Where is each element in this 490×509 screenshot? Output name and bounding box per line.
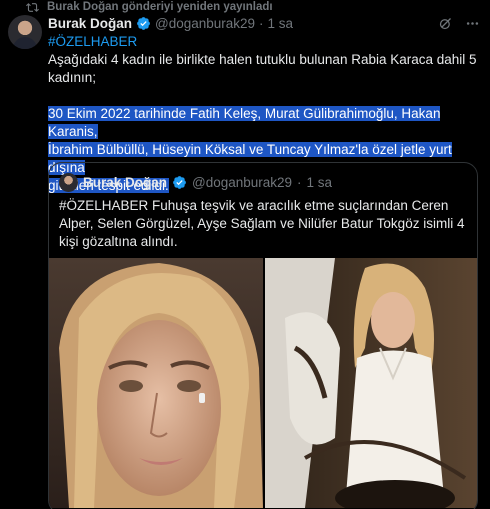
- quote-text: #ÖZELHABER Fuhuşa teşvik ve aracılık etm…: [59, 198, 465, 249]
- avatar[interactable]: [8, 15, 42, 49]
- more-icon[interactable]: [465, 16, 480, 31]
- quote-author-name: Burak Doğan: [83, 174, 168, 190]
- hashtag-link[interactable]: #ÖZELHABER: [48, 33, 478, 51]
- timestamp[interactable]: 1 sa: [268, 16, 294, 31]
- quote-separator: ·: [297, 174, 302, 190]
- selected-text-line-1: 30 Ekim 2022 tarihinde Fatih Keleş, Mura…: [48, 106, 441, 139]
- quote-timestamp: 1 sa: [306, 174, 333, 190]
- author-handle[interactable]: @doganburak29: [155, 16, 255, 31]
- quote-author-handle: @doganburak29: [192, 174, 293, 190]
- portrait-image: [49, 258, 263, 508]
- quoted-tweet[interactable]: Burak Doğan @doganburak29 · 1 sa #ÖZELHA…: [48, 162, 478, 509]
- photo-horse-rider[interactable]: [265, 258, 477, 508]
- author-name[interactable]: Burak Doğan: [48, 16, 132, 31]
- rider-image: [265, 258, 477, 508]
- verified-badge-icon: [137, 16, 150, 30]
- repost-icon: [26, 2, 39, 12]
- quote-header: Burak Doğan @doganburak29 · 1 sa: [59, 172, 332, 192]
- tweet-header: Burak Doğan @doganburak29 · 1 sa: [48, 14, 480, 32]
- photo-portrait[interactable]: [49, 258, 263, 508]
- quote-verified-badge-icon: [173, 175, 186, 189]
- tweet-paragraph-1: Aşağıdaki 4 kadın ile birlikte halen tut…: [48, 52, 477, 85]
- quote-avatar: [59, 172, 78, 192]
- repost-text: Burak Doğan gönderiyi yeniden yayınladı: [47, 1, 273, 13]
- media-grid: [49, 258, 477, 508]
- repost-indicator[interactable]: Burak Doğan gönderiyi yeniden yayınladı: [26, 0, 273, 14]
- grok-icon[interactable]: [438, 16, 453, 31]
- tweet[interactable]: Burak Doğan gönderiyi yeniden yayınladı …: [0, 0, 490, 509]
- separator: ·: [259, 15, 264, 31]
